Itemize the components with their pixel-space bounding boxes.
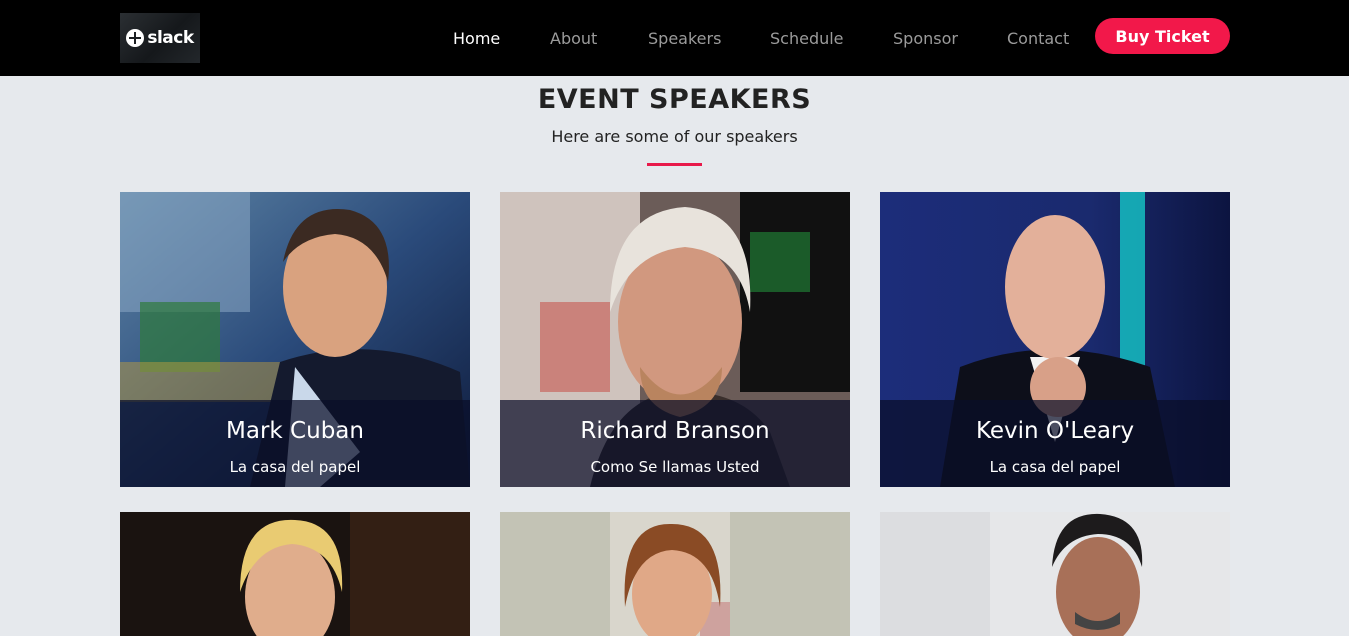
logo-text: slack	[147, 28, 194, 48]
speaker-photo	[500, 512, 850, 636]
speaker-caption: Kevin O'Leary La casa del papel	[880, 400, 1230, 487]
section-title: EVENT SPEAKERS	[537, 84, 812, 115]
speaker-photo	[120, 512, 470, 636]
speaker-card[interactable]	[880, 512, 1230, 636]
nav-link-home[interactable]: Home	[453, 29, 500, 49]
nav-link-about[interactable]: About	[550, 29, 597, 49]
speaker-name: Richard Branson	[580, 418, 770, 444]
speaker-caption: Richard Branson Como Se llamas Usted	[500, 400, 850, 487]
speaker-role: Como Se llamas Usted	[590, 458, 760, 476]
nav-link-speakers[interactable]: Speakers	[648, 29, 721, 49]
slack-logo-icon	[126, 29, 145, 47]
speaker-photo	[880, 512, 1230, 636]
slack-logo[interactable]: slack	[120, 13, 200, 63]
speaker-name: Mark Cuban	[226, 418, 364, 444]
speaker-card[interactable]: Kevin O'Leary La casa del papel	[880, 192, 1230, 487]
buy-ticket-button[interactable]: Buy Ticket	[1095, 18, 1230, 54]
section-subtitle: Here are some of our speakers	[551, 127, 798, 146]
speaker-card[interactable]	[120, 512, 470, 636]
nav-link-sponsor[interactable]: Sponsor	[893, 29, 958, 49]
speaker-card[interactable]: Mark Cuban La casa del papel	[120, 192, 470, 487]
speaker-card[interactable]	[500, 512, 850, 636]
speaker-role: La casa del papel	[989, 458, 1121, 476]
title-divider	[647, 163, 702, 166]
speaker-card[interactable]: Richard Branson Como Se llamas Usted	[500, 192, 850, 487]
speaker-caption: Mark Cuban La casa del papel	[120, 400, 470, 487]
top-navbar: slack Home About Speakers Schedule Spons…	[0, 0, 1349, 76]
nav-link-contact[interactable]: Contact	[1007, 29, 1069, 49]
speaker-role: La casa del papel	[229, 458, 361, 476]
nav-link-schedule[interactable]: Schedule	[770, 29, 844, 49]
speaker-name: Kevin O'Leary	[975, 418, 1135, 444]
